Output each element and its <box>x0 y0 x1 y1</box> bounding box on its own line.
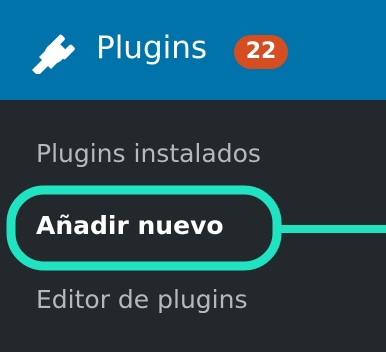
submenu-item-plugin-editor[interactable]: Editor de plugins <box>36 283 247 317</box>
plugins-menu-header[interactable]: Plugins 22 <box>0 0 386 100</box>
plugins-menu-label: Plugins <box>96 30 208 66</box>
update-count-badge: 22 <box>234 35 288 69</box>
screenshot-frame: Plugins 22 Plugins instalados Añadir nue… <box>0 0 386 352</box>
submenu-item-installed-plugins[interactable]: Plugins instalados <box>36 137 261 171</box>
plugin-plug-icon <box>32 34 75 74</box>
admin-sidebar-menu: Plugins 22 Plugins instalados Añadir nue… <box>0 0 386 352</box>
submenu-item-add-new[interactable]: Añadir nuevo <box>36 209 224 243</box>
